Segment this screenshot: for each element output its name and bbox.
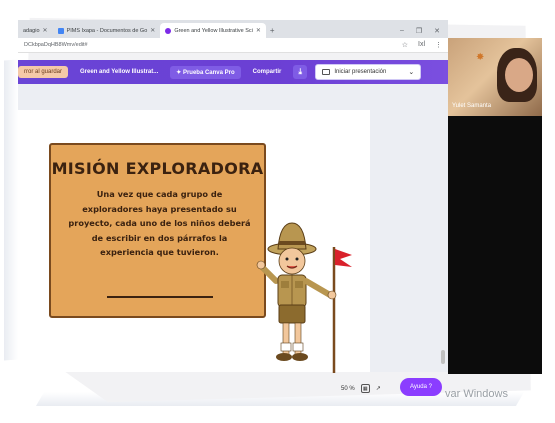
tab-pims-documentos[interactable]: PIMS Ixapa - Documentos de Go ✕ bbox=[53, 23, 161, 38]
face bbox=[278, 247, 306, 275]
activate-windows-watermark: var Windows bbox=[445, 388, 508, 400]
smile bbox=[286, 265, 298, 269]
waving-hand bbox=[256, 260, 266, 270]
explorer-boy-illustration[interactable] bbox=[252, 215, 352, 375]
save-error-status[interactable]: rror al guardar bbox=[18, 66, 69, 78]
left-pocket bbox=[281, 281, 289, 288]
maximize-button[interactable]: ❐ bbox=[416, 27, 422, 35]
design-title[interactable]: Green and Yellow Illustrat... bbox=[74, 66, 164, 78]
close-tab-icon[interactable]: ✕ bbox=[43, 27, 48, 34]
start-presentation-button[interactable]: Iniciar presentación ⌄ bbox=[315, 64, 422, 80]
participant-face bbox=[505, 58, 533, 92]
right-pocket bbox=[295, 281, 303, 288]
tab-canva-design[interactable]: Green and Yellow Illustrative Sci ✕ bbox=[160, 23, 266, 38]
mission-card[interactable]: MISIÓN EXPLORADORA Una vez que cada grup… bbox=[49, 143, 266, 318]
presentation-icon bbox=[322, 69, 331, 75]
photo-edge-left bbox=[4, 59, 18, 361]
zoom-controls: 50 % ▦ ↗ bbox=[341, 384, 381, 393]
waving-arm bbox=[259, 264, 279, 284]
docs-favicon-icon bbox=[57, 27, 64, 34]
bookmark-star-icon[interactable]: ☆ bbox=[402, 41, 408, 49]
right-eye bbox=[295, 257, 299, 261]
flag-hand bbox=[327, 290, 337, 300]
zoom-level[interactable]: 50 % bbox=[341, 386, 355, 392]
download-icon[interactable]: ⤓ bbox=[293, 65, 308, 79]
left-boot bbox=[276, 353, 292, 361]
tab-label: Green and Yellow Illustrative Sci bbox=[174, 27, 253, 34]
shorts bbox=[278, 304, 306, 324]
help-button[interactable]: Ayuda ? bbox=[400, 378, 442, 396]
address-bar-actions: ☆ Ixl ⋮ bbox=[402, 41, 442, 49]
share-button[interactable]: Compartir bbox=[247, 66, 288, 78]
canva-favicon-icon bbox=[165, 27, 172, 34]
chevron-down-icon[interactable]: ⌄ bbox=[408, 68, 414, 76]
window-controls: – ❐ ✕ bbox=[400, 23, 448, 38]
address-bar[interactable]: DCkbpaDqHB8Wmv/edit# ☆ Ixl ⋮ bbox=[18, 38, 448, 53]
close-tab-icon[interactable]: ✕ bbox=[150, 27, 155, 34]
try-canva-pro-button[interactable]: ✦ Prueba Canva Pro bbox=[170, 65, 241, 79]
hat-crown bbox=[277, 222, 307, 250]
tab-label: PIMS Ixapa - Documentos de Go bbox=[66, 27, 148, 34]
extension-icon[interactable]: Ixl bbox=[418, 41, 425, 49]
url-text[interactable]: DCkbpaDqHB8Wmv/edit# bbox=[24, 42, 88, 48]
browser-tab-strip: adagio ✕ PIMS Ixapa - Documentos de Go ✕… bbox=[18, 20, 448, 38]
canva-toolbar: rror al guardar Green and Yellow Illustr… bbox=[18, 60, 448, 84]
editor-background-right bbox=[370, 84, 448, 372]
right-sock bbox=[292, 342, 304, 352]
left-sock bbox=[280, 342, 292, 352]
new-tab-button[interactable]: + bbox=[266, 23, 279, 38]
flag-arm bbox=[303, 278, 333, 298]
close-tab-icon[interactable]: ✕ bbox=[256, 27, 261, 34]
mission-title: MISIÓN EXPLORADORA bbox=[51, 159, 264, 178]
card-underline bbox=[107, 296, 213, 298]
participant-name: Yulet Samanta bbox=[452, 103, 492, 109]
red-flag bbox=[335, 249, 352, 267]
right-boot bbox=[292, 353, 308, 361]
present-label: Iniciar presentación bbox=[334, 69, 387, 75]
browser-menu-icon[interactable]: ⋮ bbox=[435, 41, 442, 49]
hat-band bbox=[279, 241, 305, 245]
left-eye bbox=[285, 257, 289, 261]
pages-icon[interactable]: ▦ bbox=[360, 384, 370, 393]
mission-text: Una vez que cada grupo de exploradores h… bbox=[68, 189, 251, 257]
close-window-button[interactable]: ✕ bbox=[434, 27, 440, 35]
tab-adagio[interactable]: adagio ✕ bbox=[18, 23, 53, 38]
tab-label: adagio bbox=[23, 27, 40, 34]
minimize-button[interactable]: – bbox=[400, 27, 404, 34]
fullscreen-icon[interactable]: ↗ bbox=[376, 385, 381, 392]
wall-decoration-icon: ✸ bbox=[476, 52, 485, 63]
vertical-scrollbar[interactable] bbox=[441, 350, 445, 364]
